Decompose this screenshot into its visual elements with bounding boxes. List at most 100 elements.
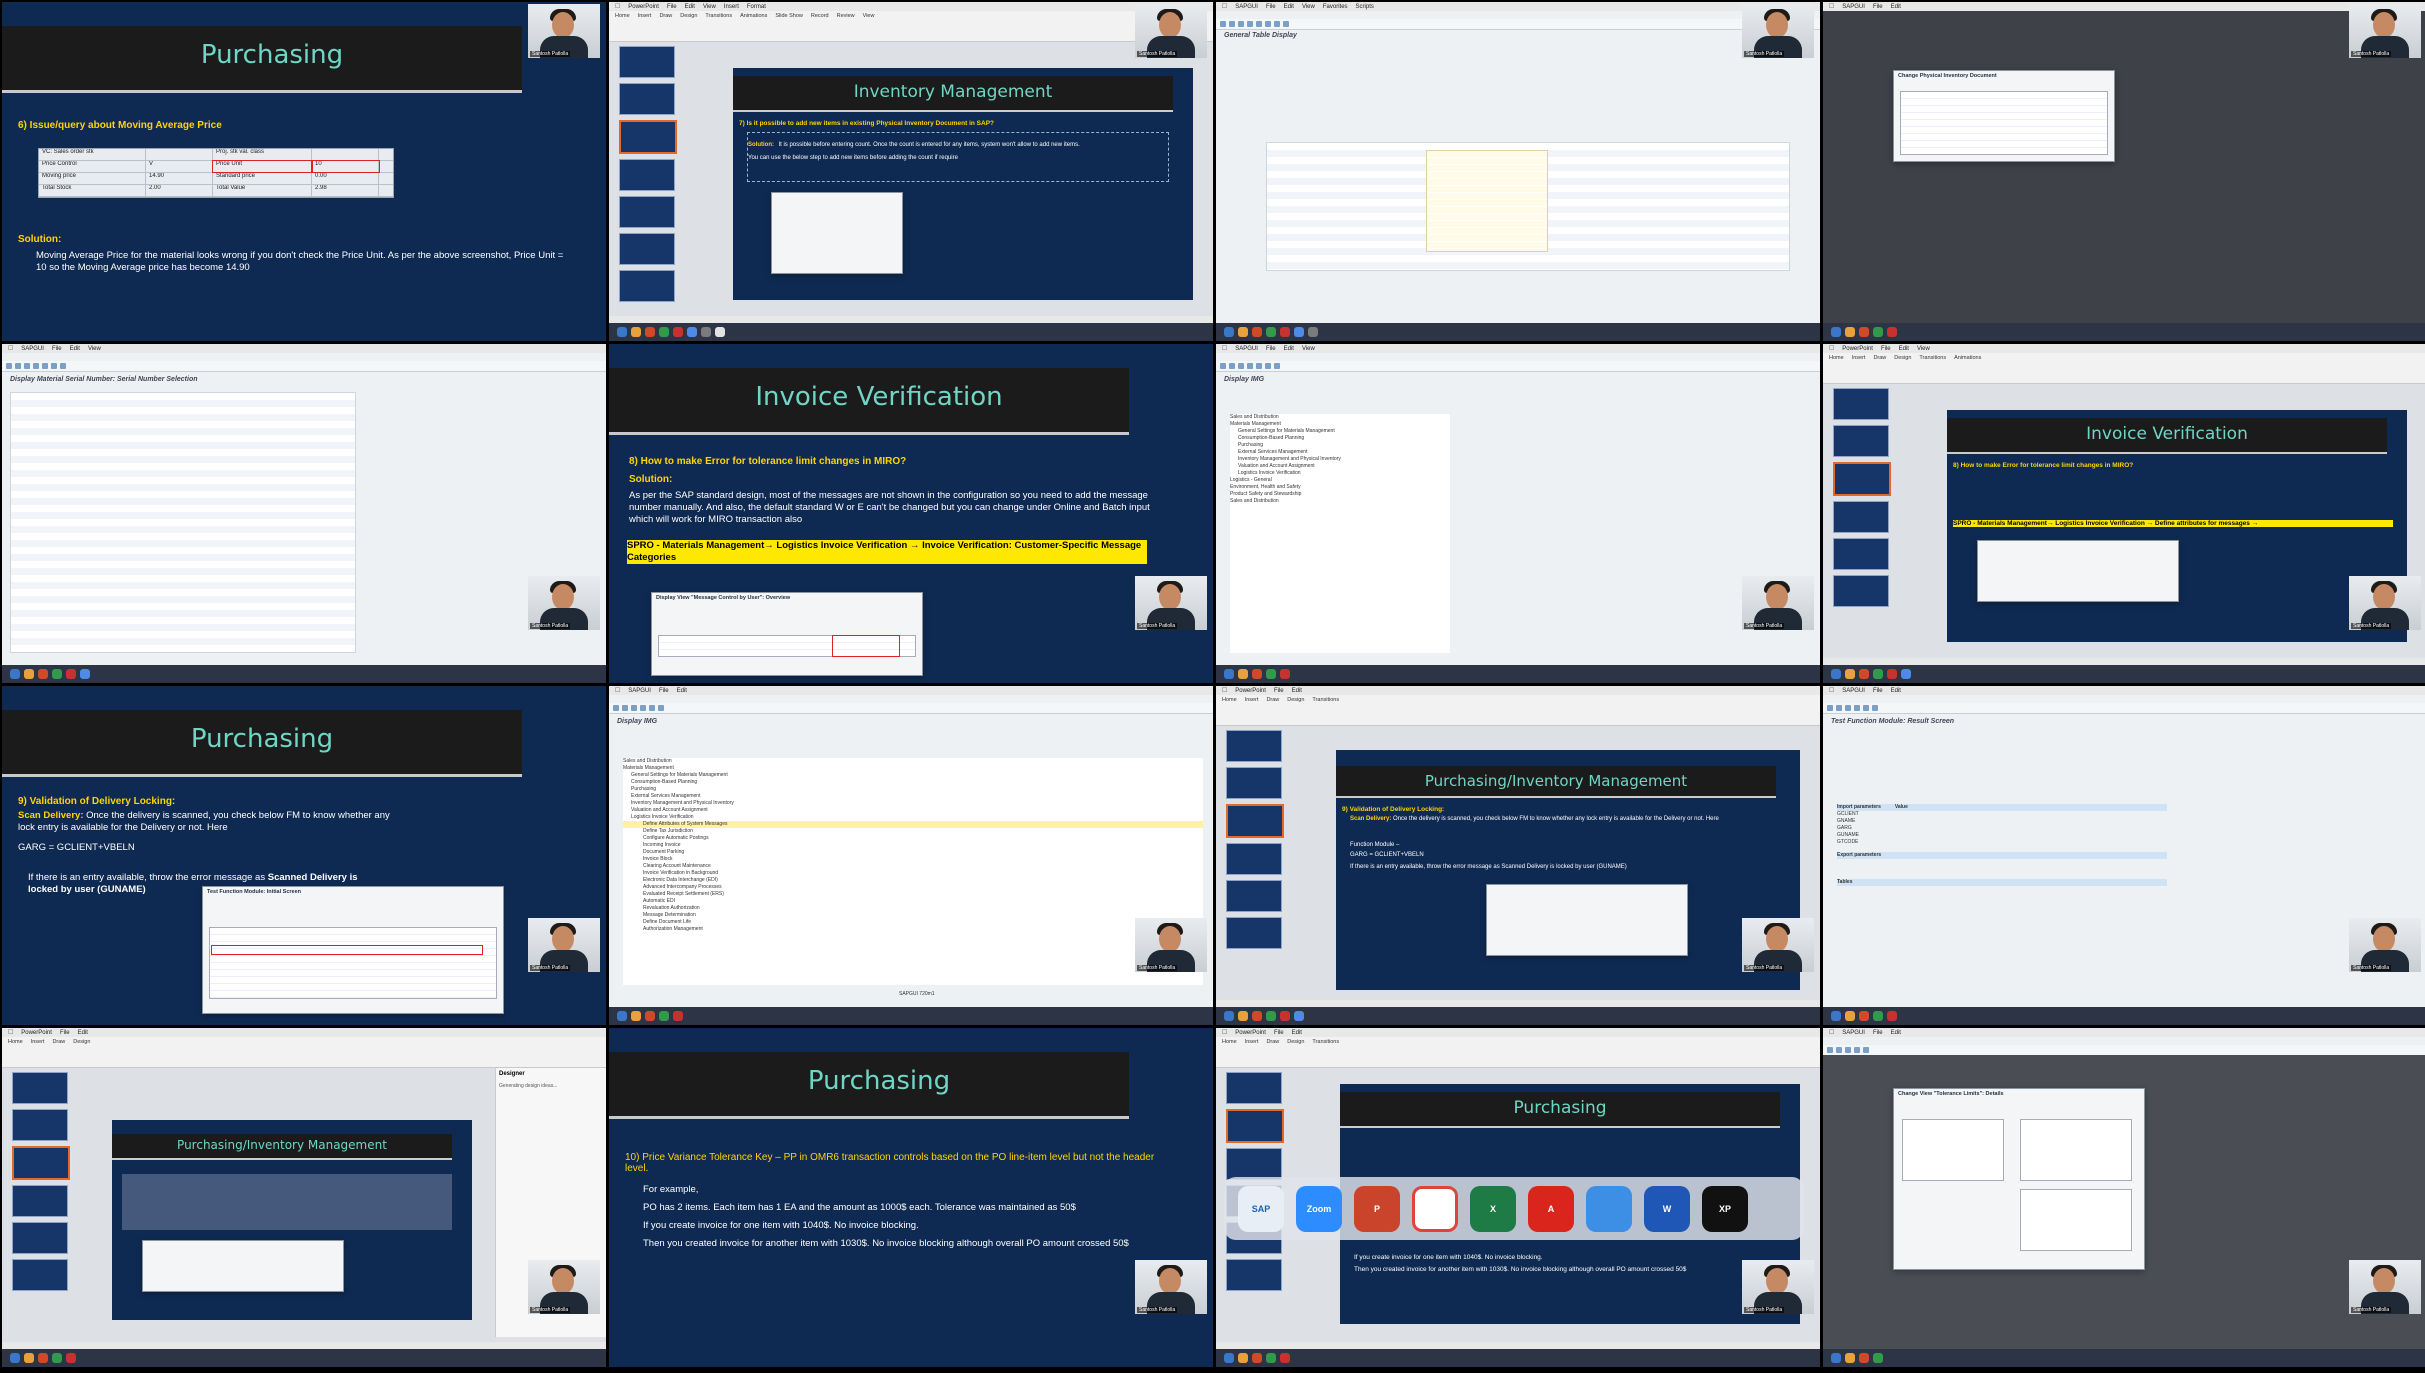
tile-12-sap-fm-result[interactable]: SAPGUIFileEdit Test Function Module: Re… — [1823, 686, 2425, 1025]
slide-title: Purchasing — [190, 724, 334, 754]
table-row: Total Stock 2.00 Total Value 2.98 — [39, 185, 393, 197]
tolerance-limits-dialog[interactable]: Change View "Tolerance Limits": Details — [1893, 1088, 2145, 1270]
tile-16-sap-tolerance-limits[interactable]: SAPGUIFileEdit Change View "Tolerance L… — [1823, 1028, 2425, 1367]
presenter-webcam: Santosh Patlolla — [1742, 918, 1814, 972]
slide-canvas[interactable]: Invoice Verification 8) How to make Erro… — [1947, 410, 2407, 642]
tile-7-sap-display-img[interactable]: SAPGUIFileEditView Display IMG Sales an… — [1216, 344, 1820, 683]
sap-toolbar[interactable] — [609, 703, 1213, 714]
sap-toolbar[interactable] — [2, 361, 606, 372]
tile-9-delivery-locking[interactable]: Purchasing 9) Validation of Delivery Loc… — [2, 686, 606, 1025]
presenter-webcam: Santosh Patlolla — [1135, 1260, 1207, 1314]
status-text: SAPGUI 720m1 — [899, 991, 935, 997]
presenter-webcam: Santosh Patlolla — [2349, 918, 2421, 972]
tile-6-invoice-verification[interactable]: Invoice Verification 8) How to make Erro… — [609, 344, 1213, 683]
mac-menubar: PowerPointFileEdit — [1216, 1028, 1820, 1037]
solution-text: As per the SAP standard design, most of … — [629, 490, 1150, 525]
tile-14-price-variance[interactable]: Purchasing 10) Price Variance Tolerance … — [609, 1028, 1213, 1367]
ppt-tabs[interactable]: Home Insert Draw Design Transitions Animation… — [1829, 355, 1981, 361]
finder-app-icon[interactable] — [1586, 1185, 1632, 1232]
input-column[interactable] — [1426, 150, 1548, 252]
ppt-tabs[interactable]: Home Insert Draw Design Transitions — [1222, 1039, 1339, 1045]
img-tree[interactable]: Sales and Distribution Materials Managem… — [623, 758, 1203, 985]
mac-menubar: PowerPointFileEditView — [1823, 344, 2425, 353]
embedded-screenshot — [1977, 540, 2179, 602]
presenter-webcam: Santosh Patlolla — [528, 576, 600, 630]
mac-dock[interactable] — [609, 1007, 1213, 1025]
mac-dock[interactable] — [1823, 1349, 2425, 1367]
slide-heading: 7) Is it possible to add new items in ex… — [739, 120, 994, 127]
slide-thumbnails[interactable] — [6, 1072, 70, 1343]
powerpoint-app-icon[interactable]: P — [1354, 1185, 1400, 1232]
mac-dock[interactable] — [1216, 665, 1820, 683]
example-line-1: PO has 2 items. Each item has 1 EA and t… — [643, 1202, 1076, 1213]
slide-title: Purchasing — [807, 1066, 951, 1096]
tile-2-powerpoint-inventory[interactable]: PowerPointFileEditViewInsertFormat Home… — [609, 2, 1213, 341]
xp-pen-app-icon[interactable]: XP — [1702, 1185, 1748, 1232]
tile-13-powerpoint-designer[interactable]: PowerPointFileEdit HomeInsertDrawDesign… — [2, 1028, 606, 1367]
mac-dock[interactable] — [2, 1349, 606, 1367]
status-bar — [609, 316, 1213, 323]
mac-dock[interactable] — [1823, 1007, 2425, 1025]
embedded-screenshot — [771, 192, 903, 274]
slide-thumbnails[interactable] — [1220, 730, 1284, 1001]
sap-toolbar[interactable] — [1216, 361, 1820, 372]
zoom-app-icon[interactable]: Zoom — [1296, 1185, 1342, 1232]
tile-5-sap-serial-number[interactable]: SAPGUIFileEditView Display Material Ser… — [2, 344, 606, 683]
chrome-app-icon[interactable] — [1412, 1185, 1458, 1232]
mac-menubar: PowerPointFileEditViewInsertFormat — [609, 2, 1213, 11]
tile-15-app-switcher[interactable]: PowerPointFileEdit HomeInsertDrawDesign… — [1216, 1028, 1820, 1367]
mac-dock[interactable] — [1823, 665, 2425, 683]
mac-dock[interactable] — [1823, 323, 2425, 341]
slide-canvas[interactable]: Purchasing/Inventory Management — [112, 1120, 472, 1320]
slide-thumbnails[interactable] — [613, 46, 677, 317]
slide-canvas[interactable]: Inventory Management 7) Is it possible t… — [733, 68, 1193, 300]
solution-label: Solution: — [629, 474, 673, 485]
excel-app-icon[interactable]: X — [1470, 1185, 1516, 1232]
presenter-webcam: Santosh Patlolla — [2349, 4, 2421, 58]
physical-inventory-dialog[interactable]: Change Physical Inventory Document — [1893, 70, 2115, 162]
scan-text: Scan Delivery: Once the delivery is scan… — [18, 810, 390, 833]
app-switcher[interactable]: SAP Zoom P X A W XP — [1224, 1177, 1804, 1240]
text-box-selected[interactable]: Solution: It is possible before entering… — [747, 132, 1169, 182]
ppt-tabs[interactable]: Home Insert Draw Design Transitions Animation… — [615, 13, 874, 19]
tile-8-powerpoint-invoice[interactable]: PowerPointFileEditView HomeInsertDrawDe… — [1823, 344, 2425, 683]
selection-fields[interactable] — [10, 392, 356, 653]
word-app-icon[interactable]: W — [1644, 1185, 1690, 1232]
table-row: Price Control V Price Unit 10 — [39, 160, 393, 173]
example-line-3: Then you created invoice for another ite… — [643, 1238, 1129, 1249]
slide-heading: 8) How to make Error for tolerance limit… — [629, 456, 907, 467]
sap-toolbar[interactable] — [1216, 19, 1820, 30]
ppt-tabs[interactable]: Home Insert Draw Design — [8, 1039, 90, 1045]
tile-4-sap-physical-inventory[interactable]: SAPGUIFileEdit Change Physical Inventor… — [1823, 2, 2425, 341]
video-thumbnail-grid: Purchasing 6) Issue/query about Moving A… — [0, 0, 2425, 1373]
img-tree[interactable]: Sales and Distribution Materials Managem… — [1230, 414, 1450, 653]
mac-dock[interactable] — [1216, 1349, 1820, 1367]
tile-10-sap-img-attributes[interactable]: SAPGUIFileEdit Display IMG Sales and Di… — [609, 686, 1213, 1025]
slide-title: Purchasing/Inventory Management — [1424, 772, 1688, 790]
acrobat-app-icon[interactable]: A — [1528, 1185, 1574, 1232]
tile-11-powerpoint-purchasing[interactable]: PowerPointFileEdit HomeInsertDrawDesign… — [1216, 686, 1820, 1025]
slide-heading: 9) Validation of Delivery Locking: — [18, 796, 176, 807]
screen-title: Display IMG — [617, 718, 658, 725]
slide-heading: 8) How to make Error for tolerance limit… — [1953, 462, 2134, 469]
presenter-webcam: Santosh Patlolla — [2349, 1260, 2421, 1314]
mac-menubar: PowerPointFileEdit — [1216, 686, 1820, 695]
tile-1-purchasing-slide[interactable]: Purchasing 6) Issue/query about Moving A… — [2, 2, 606, 341]
mac-dock[interactable] — [1216, 323, 1820, 341]
example-label: For example, — [643, 1184, 699, 1195]
mac-dock[interactable] — [1216, 1007, 1820, 1025]
message-control-dialog: Display View "Message Control by User": … — [651, 592, 923, 676]
sap-app-icon[interactable]: SAP — [1238, 1185, 1284, 1232]
mac-dock[interactable] — [2, 665, 606, 683]
mac-menubar: SAPGUIFileEdit — [609, 686, 1213, 695]
ppt-tabs[interactable]: Home Insert Draw Design Transitions — [1222, 697, 1339, 703]
tile-3-sap-table-display[interactable]: SAPGUIFileEditViewFavoritesScripts Gene… — [1216, 2, 1820, 341]
sap-toolbar[interactable] — [1823, 703, 2425, 714]
mac-dock[interactable] — [609, 323, 1213, 341]
presenter-webcam: Santosh Patlolla — [1742, 4, 1814, 58]
slide-thumbnails[interactable] — [1827, 388, 1891, 659]
presenter-webcam: Santosh Patlolla — [1742, 576, 1814, 630]
ppt-ribbon[interactable] — [2, 1037, 606, 1068]
presenter-webcam: Santosh Patlolla — [528, 1260, 600, 1314]
slide-canvas[interactable]: Purchasing/Inventory Management 9) Valid… — [1336, 750, 1800, 990]
